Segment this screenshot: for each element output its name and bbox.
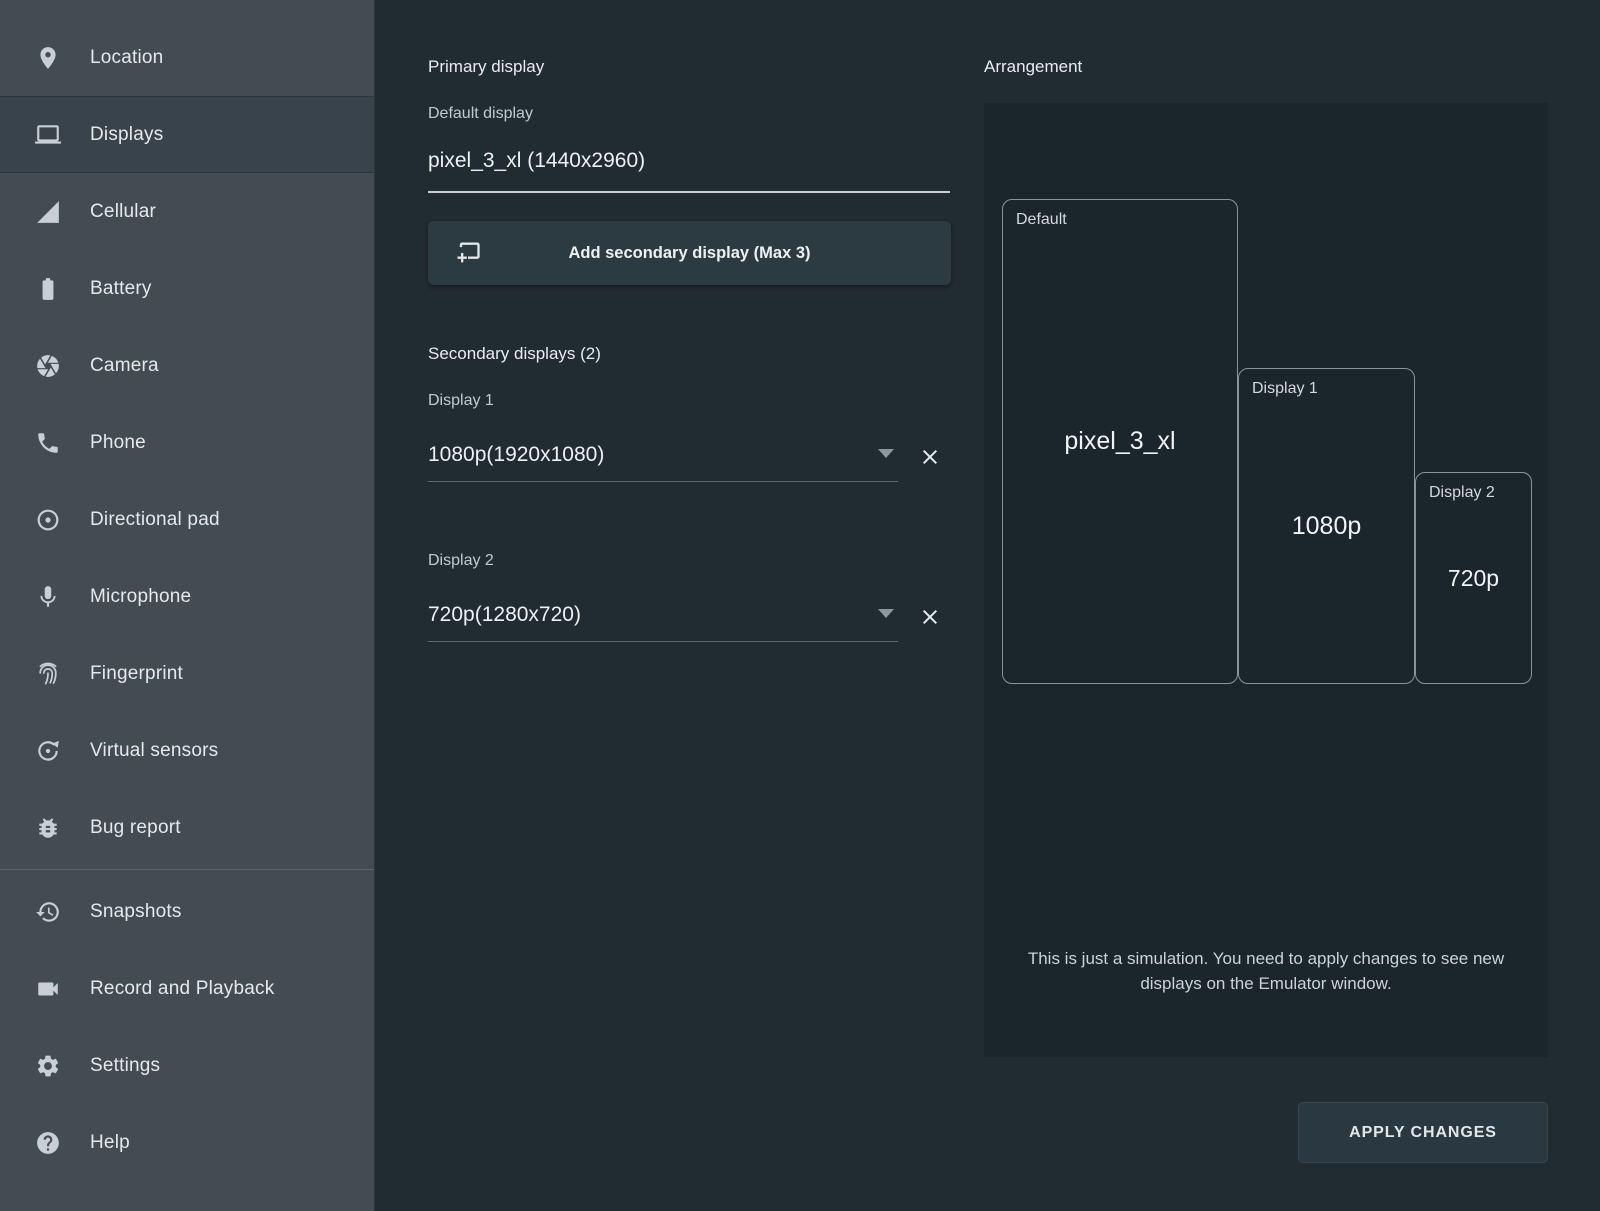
sidebar-item-cellular[interactable]: Cellular [0, 173, 374, 250]
bug-icon [35, 815, 61, 841]
sidebar-item-label: Snapshots [90, 901, 182, 923]
apply-changes-label: APPLY CHANGES [1349, 1124, 1497, 1142]
arrangement-box-value: 720p [1416, 473, 1531, 683]
arrangement-box-label: Display 1 [1252, 380, 1318, 398]
arrangement-box-value: pixel_3_xl [1003, 200, 1237, 683]
sidebar-item-label: Camera [90, 355, 159, 377]
sidebar-item-label: Cellular [90, 201, 156, 223]
simulation-note: This is just a simulation. You need to a… [1011, 946, 1521, 996]
sidebar-item-label: Settings [90, 1055, 160, 1077]
sidebar-item-settings[interactable]: Settings [0, 1027, 374, 1104]
sidebar-item-label: Fingerprint [90, 663, 183, 685]
sidebar-item-label: Phone [90, 432, 146, 454]
sidebar-item-label: Microphone [90, 586, 191, 608]
sidebar-item-help[interactable]: Help [0, 1104, 374, 1181]
rotate-sensor-icon [35, 738, 61, 764]
cellular-signal-icon [35, 199, 61, 225]
add-secondary-display-button[interactable]: Add secondary display (Max 3) [428, 221, 951, 285]
sidebar-item-label: Virtual sensors [90, 740, 218, 762]
history-icon [35, 899, 61, 925]
sidebar-item-label: Help [90, 1132, 130, 1154]
default-display-field: pixel_3_xl (1440x2960) [428, 130, 950, 193]
display-1-remove-button[interactable] [918, 445, 942, 469]
sidebar-item-snapshots[interactable]: Snapshots [0, 873, 374, 950]
chevron-down-icon [878, 449, 894, 458]
arrangement-box-display-1[interactable]: Display 1 1080p [1238, 368, 1415, 684]
sidebar-item-camera[interactable]: Camera [0, 327, 374, 404]
arrangement-heading: Arrangement [984, 57, 1082, 77]
apply-changes-button[interactable]: APPLY CHANGES [1298, 1102, 1548, 1163]
sidebar-item-fingerprint[interactable]: Fingerprint [0, 635, 374, 712]
sidebar-item-battery[interactable]: Battery [0, 250, 374, 327]
battery-icon [35, 276, 61, 302]
sidebar-item-phone[interactable]: Phone [0, 404, 374, 481]
default-display-label: Default display [428, 105, 533, 123]
arrangement-box-default[interactable]: Default pixel_3_xl [1002, 199, 1238, 684]
sidebar-divider [0, 869, 374, 870]
phone-icon [35, 430, 61, 456]
gear-icon [35, 1053, 61, 1079]
microphone-icon [35, 584, 61, 610]
sidebar-item-label: Directional pad [90, 509, 220, 531]
sidebar-item-label: Battery [90, 278, 152, 300]
sidebar-item-label: Location [90, 47, 163, 69]
arrangement-box-label: Display 2 [1429, 484, 1495, 502]
secondary-displays-heading: Secondary displays (2) [428, 344, 601, 364]
videocam-icon [35, 976, 61, 1002]
chevron-down-icon [878, 609, 894, 618]
display-2-label: Display 2 [428, 552, 494, 570]
sidebar-item-record-and-playback[interactable]: Record and Playback [0, 950, 374, 1027]
sidebar-item-label: Record and Playback [90, 978, 274, 1000]
dpad-icon [35, 507, 61, 533]
sidebar: Location Displays Cellular Battery Camer [0, 0, 375, 1211]
display-2-remove-button[interactable] [918, 605, 942, 629]
arrangement-canvas: Default pixel_3_xl Display 1 1080p Displ… [984, 103, 1548, 1057]
sidebar-item-label: Displays [90, 124, 163, 146]
sidebar-item-virtual-sensors[interactable]: Virtual sensors [0, 712, 374, 789]
location-pin-icon [35, 45, 61, 71]
extended-controls-window: Location Displays Cellular Battery Camer [0, 0, 1600, 1211]
display-2-value: 720p(1280x720) [428, 603, 581, 627]
arrangement-box-label: Default [1016, 211, 1067, 229]
add-display-icon [454, 239, 482, 267]
default-display-value: pixel_3_xl (1440x2960) [428, 149, 645, 173]
display-1-value: 1080p(1920x1080) [428, 443, 604, 467]
display-icon [35, 122, 61, 148]
primary-display-heading: Primary display [428, 57, 544, 77]
add-secondary-display-label: Add secondary display (Max 3) [568, 244, 810, 263]
fingerprint-icon [35, 661, 61, 687]
sidebar-item-displays[interactable]: Displays [0, 96, 374, 173]
sidebar-item-microphone[interactable]: Microphone [0, 558, 374, 635]
sidebar-item-location[interactable]: Location [0, 19, 374, 96]
sidebar-item-label: Bug report [90, 817, 181, 839]
arrangement-box-display-2[interactable]: Display 2 720p [1415, 472, 1532, 684]
display-1-dropdown[interactable]: 1080p(1920x1080) [428, 428, 898, 482]
arrangement-box-value: 1080p [1239, 369, 1414, 683]
sidebar-item-bug-report[interactable]: Bug report [0, 789, 374, 866]
camera-aperture-icon [35, 353, 61, 379]
display-1-label: Display 1 [428, 392, 494, 410]
display-2-dropdown[interactable]: 720p(1280x720) [428, 588, 898, 642]
help-icon [35, 1130, 61, 1156]
sidebar-item-directional-pad[interactable]: Directional pad [0, 481, 374, 558]
